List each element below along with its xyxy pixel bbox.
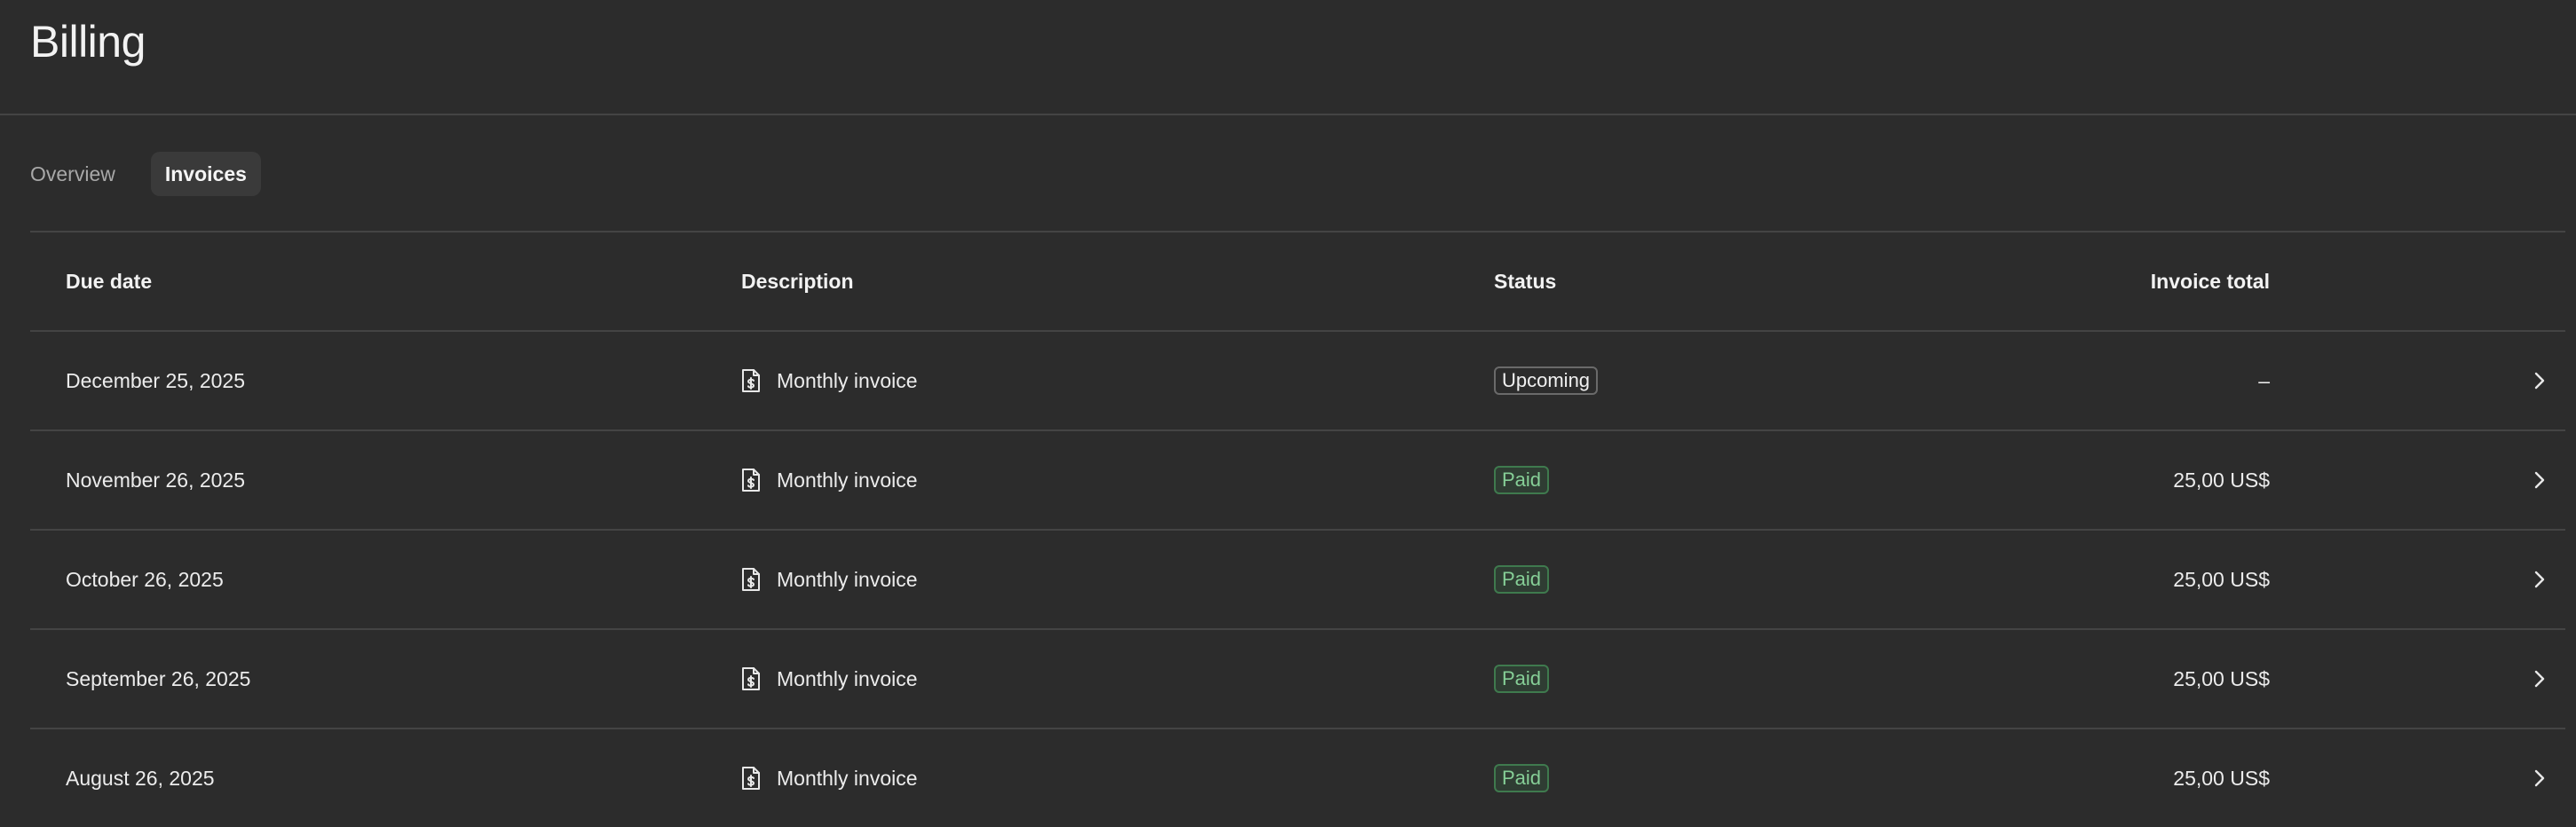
description-cell: Monthly invoice xyxy=(741,630,918,728)
column-header-due-date[interactable]: Due date xyxy=(66,232,152,330)
tab-overview[interactable]: Overview xyxy=(30,152,130,196)
table-row[interactable]: September 26, 2025 Monthly invoice Paid 25,… xyxy=(30,628,2565,728)
due-date-cell: December 25, 2025 xyxy=(66,368,246,392)
description-cell: Monthly invoice xyxy=(741,431,918,529)
status-badge: Paid xyxy=(1494,764,1550,792)
column-header-invoice-total[interactable]: Invoice total xyxy=(1806,232,2270,330)
invoice-document-icon xyxy=(741,567,761,592)
chevron-right-icon xyxy=(2530,370,2549,391)
due-date-cell: August 26, 2025 xyxy=(66,766,215,790)
column-header-status[interactable]: Status xyxy=(1494,232,1556,330)
chevron-right-icon xyxy=(2530,469,2549,491)
description-cell: Monthly invoice xyxy=(741,729,918,827)
page-header: Billing xyxy=(0,0,2576,115)
table-row[interactable]: November 26, 2025 Monthly invoice Paid 25,0… xyxy=(30,429,2565,529)
due-date-cell: November 26, 2025 xyxy=(66,468,246,492)
page-title: Billing xyxy=(30,17,146,67)
table-row[interactable]: October 26, 2025 Monthly invoice Paid 25,00… xyxy=(30,529,2565,628)
invoice-total-cell: 25,00 US$ xyxy=(2173,468,2270,492)
status-cell: Paid xyxy=(1494,531,1550,628)
invoice-document-icon xyxy=(741,766,761,791)
status-cell: Upcoming xyxy=(1494,332,1599,429)
column-header-description[interactable]: Description xyxy=(741,232,854,330)
invoice-total-cell: 25,00 US$ xyxy=(2173,567,2270,591)
chevron-right-icon xyxy=(2530,668,2549,689)
invoice-total-cell: – xyxy=(2258,368,2270,392)
table-row[interactable]: December 25, 2025 Monthly invoice Upcoming… xyxy=(30,330,2565,429)
tab-invoices[interactable]: Invoices xyxy=(150,152,261,196)
description-cell: Monthly invoice xyxy=(741,531,918,628)
description-label: Monthly invoice xyxy=(777,666,918,690)
invoices-table: Due date Description Status Invoice tota… xyxy=(30,231,2565,827)
due-date-cell: September 26, 2025 xyxy=(66,666,251,690)
invoice-document-icon xyxy=(741,368,761,393)
tab-bar: Overview Invoices xyxy=(30,152,261,196)
status-badge: Paid xyxy=(1494,466,1550,494)
chevron-right-icon xyxy=(2530,569,2549,590)
status-badge: Paid xyxy=(1494,565,1550,594)
description-label: Monthly invoice xyxy=(777,368,918,392)
row-open-button[interactable] xyxy=(2526,630,2553,728)
row-open-button[interactable] xyxy=(2526,729,2553,827)
row-open-button[interactable] xyxy=(2526,431,2553,529)
due-date-cell: October 26, 2025 xyxy=(66,567,224,591)
description-label: Monthly invoice xyxy=(777,468,918,492)
status-badge: Paid xyxy=(1494,665,1550,693)
row-open-button[interactable] xyxy=(2526,531,2553,628)
status-cell: Paid xyxy=(1494,630,1550,728)
status-badge: Upcoming xyxy=(1494,366,1599,395)
status-cell: Paid xyxy=(1494,729,1550,827)
description-cell: Monthly invoice xyxy=(741,332,918,429)
status-cell: Paid xyxy=(1494,431,1550,529)
invoice-document-icon xyxy=(741,468,761,492)
chevron-right-icon xyxy=(2530,768,2549,789)
table-row[interactable]: August 26, 2025 Monthly invoice Paid 25,00 … xyxy=(30,728,2565,827)
description-label: Monthly invoice xyxy=(777,766,918,790)
table-header-row: Due date Description Status Invoice tota… xyxy=(30,231,2565,330)
row-open-button[interactable] xyxy=(2526,332,2553,429)
invoice-document-icon xyxy=(741,666,761,691)
invoice-total-cell: 25,00 US$ xyxy=(2173,766,2270,790)
invoice-total-cell: 25,00 US$ xyxy=(2173,666,2270,690)
description-label: Monthly invoice xyxy=(777,567,918,591)
